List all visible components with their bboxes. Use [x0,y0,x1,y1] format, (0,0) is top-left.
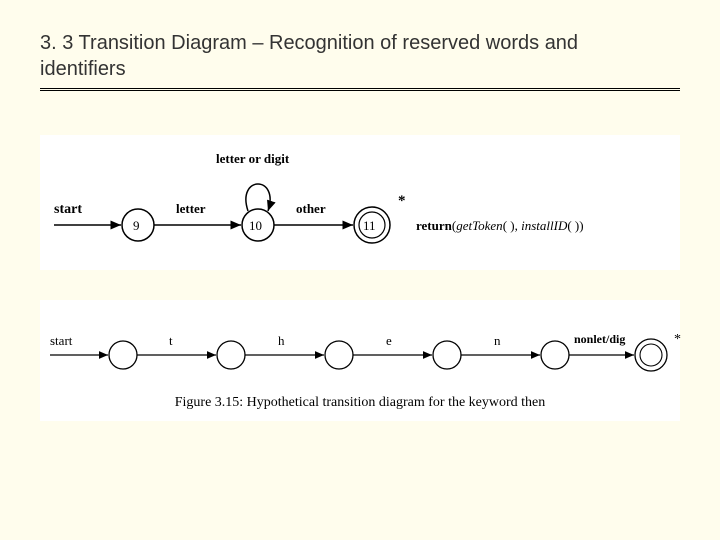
ret-installid: installID [521,218,568,233]
then-state-3 [325,341,353,369]
ret-rp: ( )) [567,218,583,233]
edge-9-10-label: letter [176,201,206,216]
then-svg: start t h e n nonlet/dig [46,310,686,380]
title-rule [40,88,680,95]
ret-return: return [416,218,453,233]
start-label: start [54,202,82,217]
then-star: * [674,332,681,347]
then-edge-4-label: n [494,333,501,348]
identifier-svg: start 9 letter 10 letter or digit other … [46,145,666,255]
then-state-5 [541,341,569,369]
then-edge-2-label: h [278,333,285,348]
then-edge-5-label: nonlet/dig [574,332,625,346]
figure-then-caption: Figure 3.15: Hypothetical transition dia… [46,395,674,411]
title-line-1: 3. 3 Transition Diagram – Recognition of… [40,32,578,54]
edge-10-11-label: other [296,201,326,216]
return-text: return(getToken( ), installID( )) [416,218,584,233]
then-state-4 [433,341,461,369]
state-10-label: 10 [249,218,262,233]
then-edge-1-label: t [169,333,173,348]
title-line-2: identifiers [40,58,126,80]
then-state-2 [217,341,245,369]
then-state-1 [109,341,137,369]
slide-title: 3. 3 Transition Diagram – Recognition of… [40,30,680,82]
state-9-label: 9 [133,218,140,233]
ret-gettoken: getToken [456,218,502,233]
ret-mid: ( ), [503,218,521,233]
figure-identifier-diagram: start 9 letter 10 letter or digit other … [40,135,680,270]
then-start-label: start [50,333,73,348]
loop-10 [246,184,270,211]
loop-10-label: letter or digit [216,151,290,166]
state-11-label: 11 [363,218,376,233]
star-11: * [398,193,406,209]
figure-then-diagram: start t h e n nonlet/dig [40,300,680,421]
then-state-6-inner [640,344,662,366]
then-edge-3-label: e [386,333,392,348]
